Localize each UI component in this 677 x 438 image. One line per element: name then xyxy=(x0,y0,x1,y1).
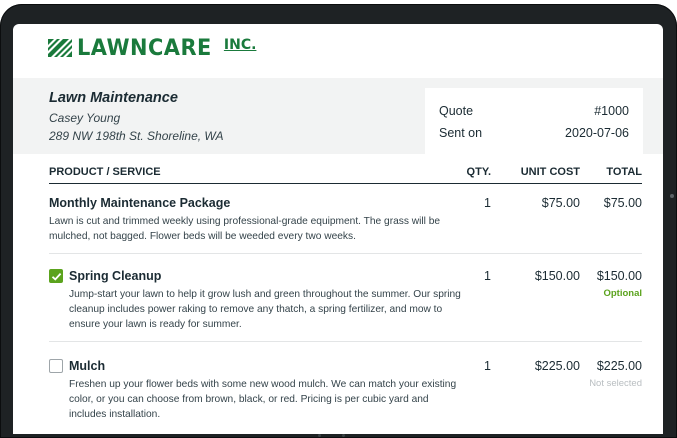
client-address: 289 NW 198th St. Shoreline, WA xyxy=(49,129,224,143)
quote-number: #1000 xyxy=(594,104,629,118)
item-name: Mulch xyxy=(69,359,106,373)
spring-cleanup-checkbox[interactable] xyxy=(49,269,63,283)
item-total: $150.00 xyxy=(596,269,642,283)
stripes-logo-icon xyxy=(48,39,72,57)
item-description: Lawn is cut and trimmed weekly using pro… xyxy=(49,216,441,242)
brand-name: LAWNCARE xyxy=(77,35,212,61)
status-badge: Optional xyxy=(603,288,642,299)
item-name: Spring Cleanup xyxy=(69,269,162,283)
table-row: Mulch Freshen up your flower beds with s… xyxy=(49,342,642,432)
line-items-table: PRODUCT / SERVICE QTY. UNIT COST TOTAL M… xyxy=(49,158,642,432)
job-info-band: Lawn Maintenance Casey Young 289 NW 198t… xyxy=(13,78,663,160)
item-total: $75.00 xyxy=(603,196,642,210)
device-bottom-dots xyxy=(318,434,348,437)
camera-dot xyxy=(670,194,674,198)
status-badge: Not selected xyxy=(589,378,642,389)
table-row: Spring Cleanup Jump-start your lawn to h… xyxy=(49,254,642,342)
item-qty: 1 xyxy=(484,196,491,210)
table-header: PRODUCT / SERVICE QTY. UNIT COST TOTAL xyxy=(49,158,642,184)
quote-screen: LAWNCARE INC. Lawn Maintenance Casey You… xyxy=(13,24,663,434)
header-product: PRODUCT / SERVICE xyxy=(49,166,161,178)
item-total: $225.00 xyxy=(596,359,642,373)
brand-logo: LAWNCARE INC. xyxy=(48,35,256,61)
quote-sent-date: 2020-07-06 xyxy=(565,126,629,140)
item-qty: 1 xyxy=(484,269,491,283)
item-qty: 1 xyxy=(484,359,491,373)
quote-sent-label: Sent on xyxy=(439,126,483,140)
item-description: Freshen up your flower beds with some ne… xyxy=(69,379,457,420)
client-name: Casey Young xyxy=(49,111,121,125)
header-unit-cost: UNIT COST xyxy=(520,166,580,178)
quote-sent-row: Sent on 2020-07-06 xyxy=(439,126,629,142)
header-qty: QTY. xyxy=(466,166,491,178)
item-unit-cost: $150.00 xyxy=(534,269,580,283)
quote-details: Quote #1000 Sent on 2020-07-06 xyxy=(425,88,643,160)
quote-number-label: Quote xyxy=(439,104,474,118)
item-name: Monthly Maintenance Package xyxy=(49,196,231,210)
header-total: TOTAL xyxy=(606,166,642,178)
item-description: Jump-start your lawn to help it grow lus… xyxy=(69,289,461,330)
table-row: Monthly Maintenance Package Lawn is cut … xyxy=(49,184,642,254)
item-unit-cost: $75.00 xyxy=(541,196,580,210)
brand-suffix: INC. xyxy=(223,37,257,53)
item-unit-cost: $225.00 xyxy=(534,359,580,373)
quote-number-row: Quote #1000 xyxy=(439,104,629,120)
mulch-checkbox[interactable] xyxy=(49,359,63,373)
job-title: Lawn Maintenance xyxy=(49,90,178,106)
checkmark-icon xyxy=(51,272,62,281)
